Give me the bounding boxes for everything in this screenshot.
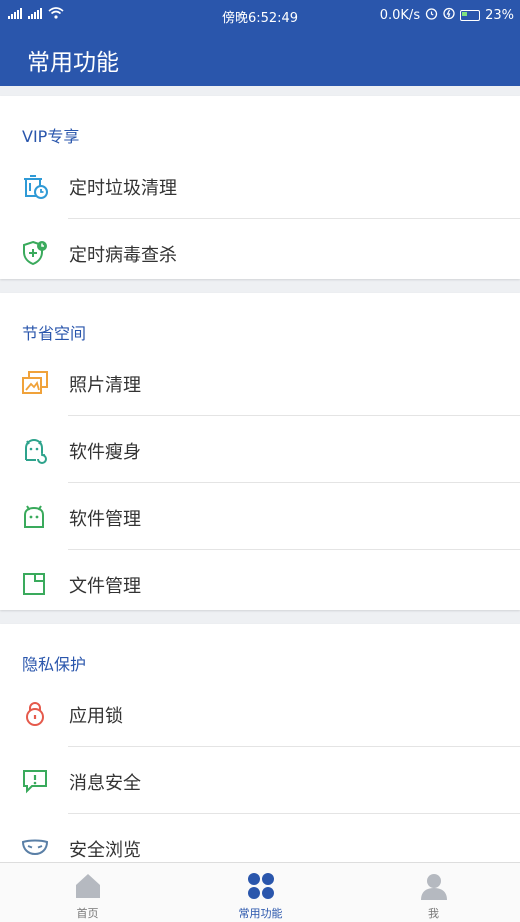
section-privacy: 隐私保护 应用锁 消息安全 安全浏览: [0, 624, 520, 862]
section-title-privacy: 隐私保护: [22, 655, 87, 674]
battery-level: 23%: [485, 8, 514, 23]
nav-home[interactable]: 首页: [1, 863, 174, 922]
profile-icon: [419, 871, 449, 901]
network-speed: 0.0K/s: [379, 8, 421, 23]
feature-label: 定时垃圾清理: [69, 178, 177, 199]
status-bar: 傍晚6:52:49 0.0K/s 23%: [0, 0, 520, 30]
file-manage-icon: [21, 570, 49, 598]
feature-safe-browse[interactable]: 安全浏览: [0, 814, 520, 862]
feature-app-manage[interactable]: 软件管理: [0, 483, 520, 550]
feature-label: 软件管理: [69, 509, 141, 530]
scheduled-virus-scan-icon: [21, 239, 49, 267]
section-save-space: 节省空间 照片清理 软件瘦身 软件管理 文件管理: [0, 293, 520, 610]
nav-common-features[interactable]: 常用功能: [174, 863, 347, 922]
feature-message-security[interactable]: 消息安全: [0, 747, 520, 814]
charging-icon: [443, 7, 455, 24]
feature-photo-clean[interactable]: 照片清理: [0, 349, 520, 416]
app-root: 傍晚6:52:49 0.0K/s 23% 常用功能 VIP专享 定时垃圾清理 定…: [0, 0, 520, 922]
nav-me[interactable]: 我: [347, 863, 520, 922]
alarm-icon: [425, 7, 438, 24]
feature-label: 应用锁: [69, 706, 123, 727]
app-bar: 常用功能: [0, 30, 520, 86]
feature-label: 照片清理: [69, 375, 141, 396]
feature-label: 消息安全: [69, 773, 141, 794]
scheduled-trash-icon: [21, 172, 49, 200]
feature-file-manage[interactable]: 文件管理: [0, 550, 520, 617]
section-vip: VIP专享 定时垃圾清理 定时病毒查杀: [0, 96, 520, 279]
feature-app-lock[interactable]: 应用锁: [0, 680, 520, 747]
page-title: 常用功能: [27, 50, 119, 76]
bottom-nav: 首页 常用功能 我: [0, 862, 520, 922]
lock-icon: [21, 700, 49, 728]
feature-label: 定时病毒查杀: [69, 245, 177, 266]
mask-icon: [21, 834, 49, 862]
feature-scheduled-virus-scan[interactable]: 定时病毒查杀: [0, 219, 520, 286]
section-title-save-space: 节省空间: [22, 324, 87, 343]
message-security-icon: [21, 767, 49, 795]
app-manage-icon: [21, 503, 49, 531]
feature-label: 安全浏览: [69, 840, 141, 861]
feature-list[interactable]: VIP专享 定时垃圾清理 定时病毒查杀 节省空间 照片清理 软件瘦身 软件管理 …: [0, 86, 520, 862]
feature-label: 文件管理: [69, 576, 141, 597]
nav-label-me: 我: [428, 907, 439, 920]
feature-label: 软件瘦身: [69, 442, 141, 463]
feature-app-slim[interactable]: 软件瘦身: [0, 416, 520, 483]
home-icon: [73, 871, 103, 901]
section-title-vip: VIP专享: [22, 127, 80, 146]
status-right: 0.0K/s 23%: [380, 7, 514, 24]
grid-dots-icon: [246, 871, 276, 901]
nav-label-common-features: 常用功能: [238, 907, 283, 920]
app-slim-icon: [21, 436, 49, 464]
nav-label-home: 首页: [76, 907, 99, 920]
battery-icon: [460, 10, 481, 21]
photo-clean-icon: [21, 369, 49, 397]
feature-scheduled-trash-clean[interactable]: 定时垃圾清理: [0, 152, 520, 219]
